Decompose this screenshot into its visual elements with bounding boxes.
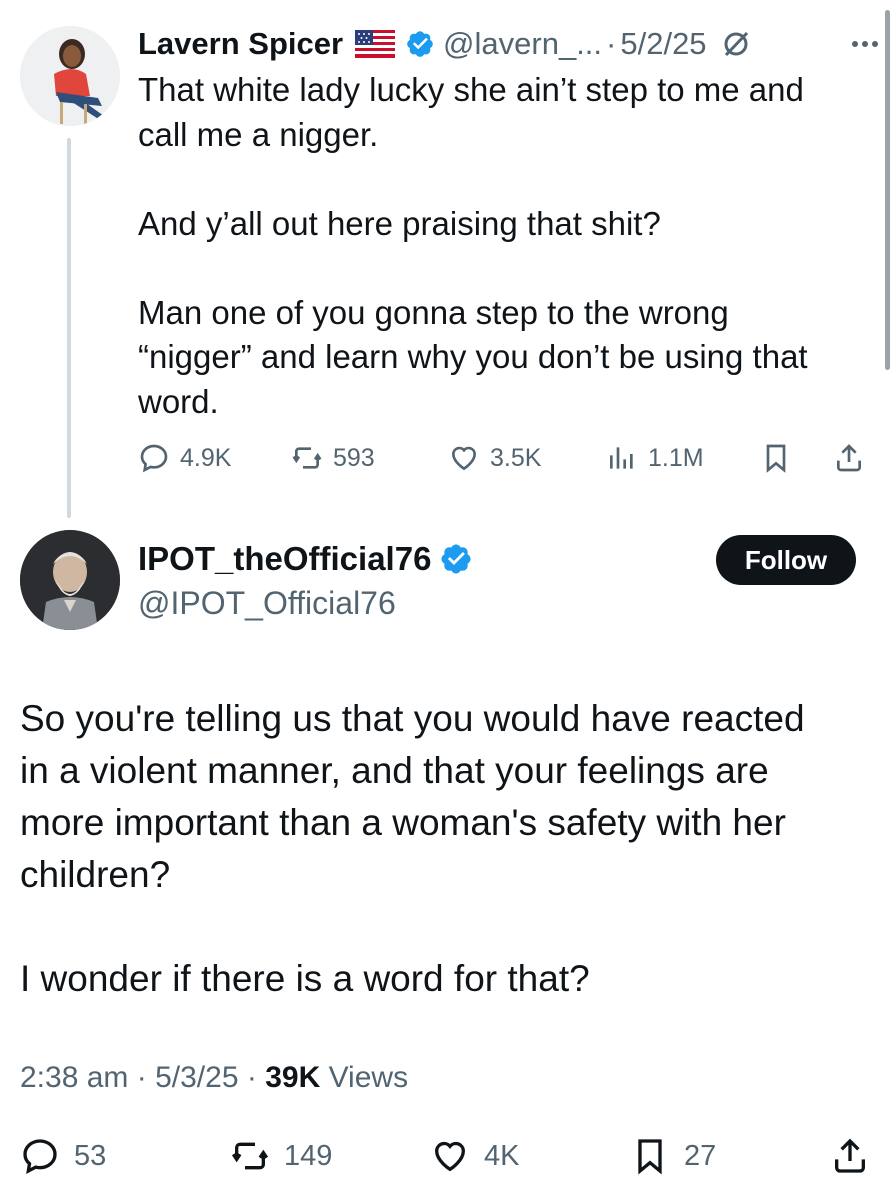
reply-date[interactable]: 5/3/25 [155,1061,238,1094]
share-icon [837,444,861,472]
reply-count: 53 [74,1139,107,1172]
reply-handle[interactable]: @IPOT_Official76 [138,585,396,622]
separator: · [246,1061,257,1094]
reply-meta: 2:38 am · 5/3/25 · 39K Views [20,1061,408,1095]
views-button[interactable]: 1.1M [606,438,704,478]
verified-badge-icon [439,542,473,576]
parent-display-name[interactable]: Lavern Spicer [138,26,343,62]
verified-badge-icon [405,29,435,59]
reply-tweet-text: So you're telling us that you would have… [20,698,805,999]
parent-tweet-header: Lavern Spicer @lavern_... · 5/2/25 [138,24,883,64]
reply-views-count: 39K [265,1061,321,1094]
separator: · [606,26,617,61]
reply-icon [140,444,168,473]
repost-icon [292,447,322,469]
share-button[interactable] [833,438,875,478]
repost-button[interactable]: 593 [291,438,375,478]
bookmark-button[interactable] [760,438,802,478]
bookmark-icon [638,1139,662,1175]
views-count: 1.1M [648,443,704,472]
like-button[interactable]: 4K [430,1134,519,1178]
reply-views-label: Views [328,1061,409,1094]
reply-tweet-actions: 53 149 4K 27 [20,1134,875,1178]
like-button[interactable]: 3.5K [448,438,541,478]
reply-count: 4.9K [180,443,232,472]
heart-icon [451,446,477,471]
scrollbar[interactable] [885,10,890,370]
like-count: 3.5K [490,443,542,472]
reply-icon [23,1139,57,1175]
more-options-icon[interactable] [847,29,883,59]
follow-button[interactable]: Follow [716,535,856,585]
thread-line [67,138,71,518]
us-flag-icon [355,30,396,58]
bookmark-icon [766,444,786,473]
parent-tweet-actions: 4.9K 593 3.5K 1.1M [138,438,873,478]
parent-handle[interactable]: @lavern_... [443,26,602,62]
parent-tweet-text: That white lady lucky she ain’t step to … [138,71,808,420]
like-count: 4K [484,1139,520,1172]
reply-author: IPOT_theOfficial76 [138,540,473,578]
lavern-avatar[interactable] [20,26,120,126]
repost-count: 149 [284,1139,333,1172]
repost-icon [231,1142,269,1170]
bookmark-count: 27 [684,1139,717,1172]
reply-button[interactable]: 53 [20,1134,106,1178]
no-entry-icon [721,29,751,59]
share-icon [835,1138,865,1173]
separator: · [136,1061,147,1094]
reply-time[interactable]: 2:38 am [20,1061,128,1094]
bookmark-button[interactable]: 27 [630,1134,716,1178]
repost-count: 593 [333,443,375,472]
parent-date[interactable]: 5/2/25 [620,26,706,62]
reply-display-name[interactable]: IPOT_theOfficial76 [138,540,431,578]
reply-button[interactable]: 4.9K [138,438,231,478]
repost-button[interactable]: 149 [230,1134,332,1178]
heart-icon [434,1141,466,1172]
analytics-icon [610,447,633,469]
share-button[interactable] [830,1134,884,1178]
ipot-avatar[interactable] [20,530,120,630]
